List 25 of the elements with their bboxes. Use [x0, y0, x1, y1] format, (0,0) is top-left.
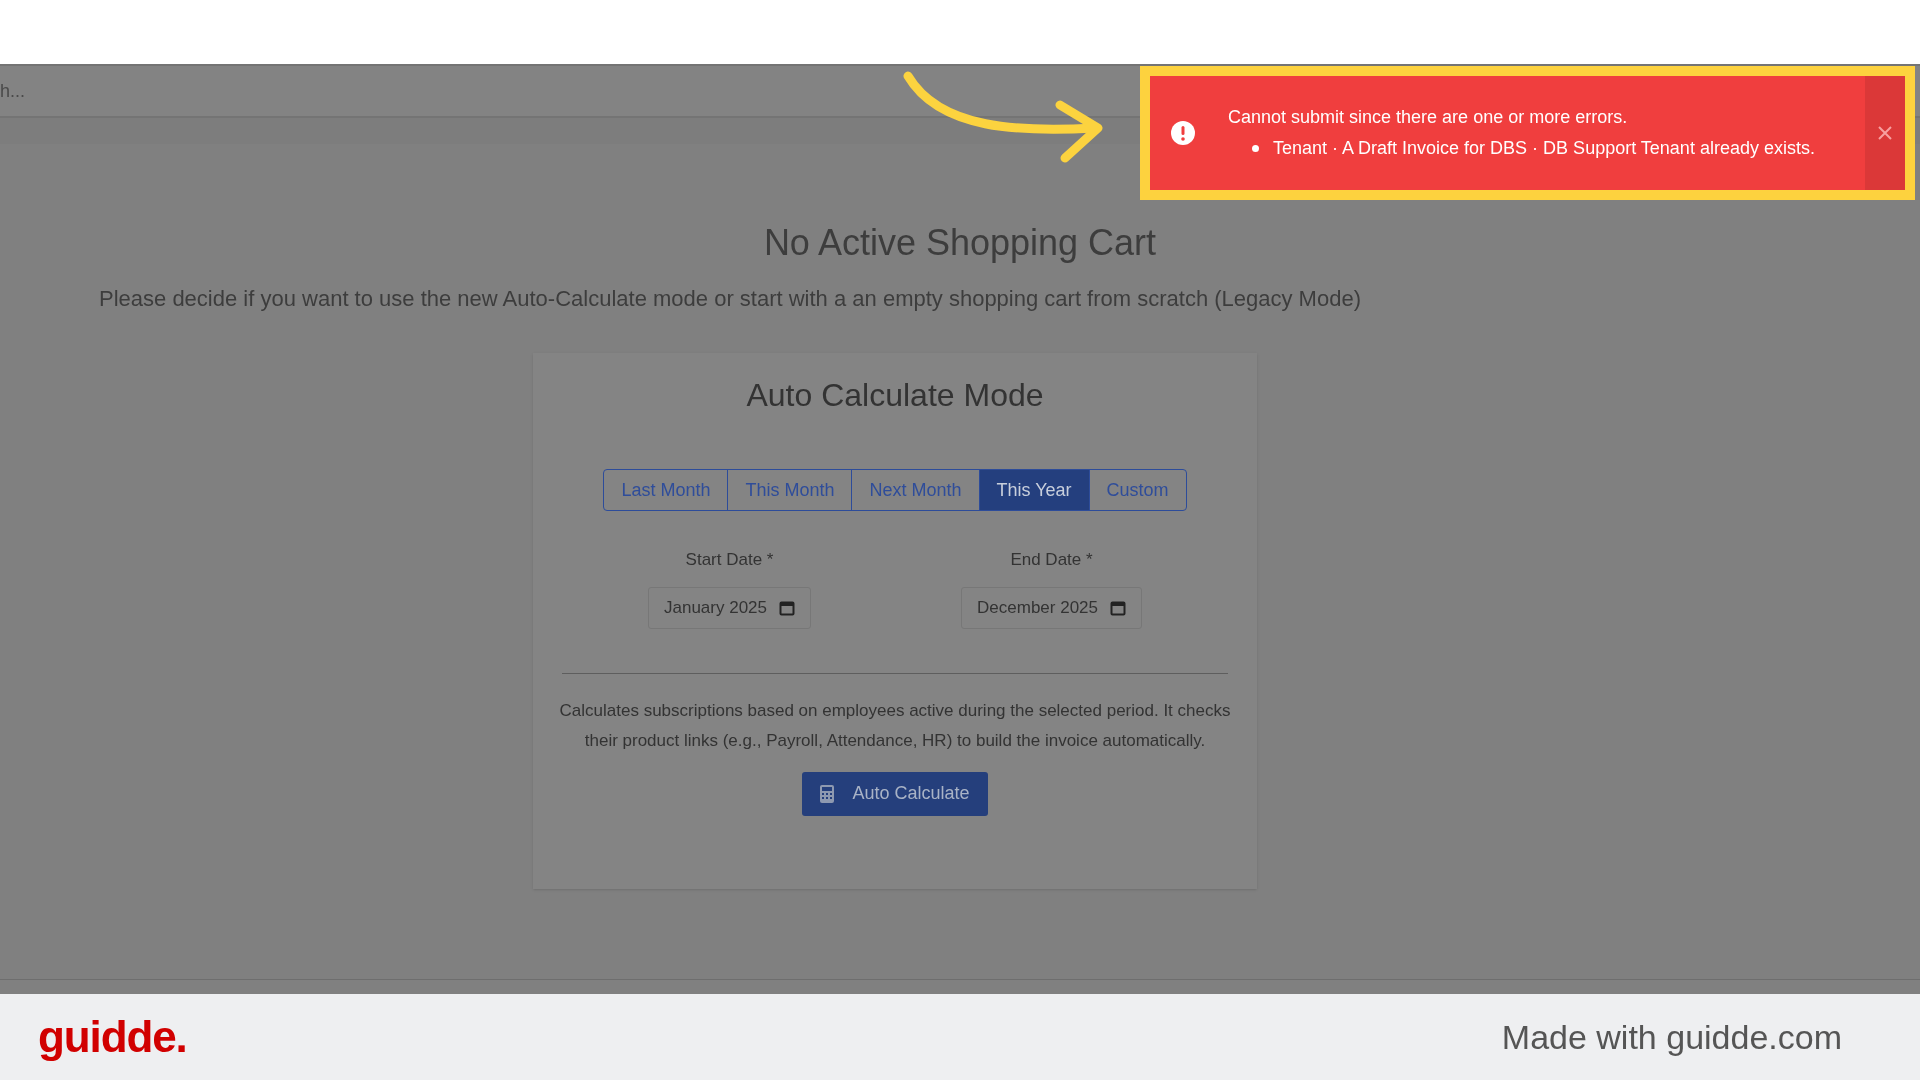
error-message: Tenant · A Draft Invoice for DBS · DB Support Tenant already exists. — [1273, 137, 1815, 160]
date-field[interactable]: January 2025 — [648, 586, 812, 629]
bullet-icon — [1252, 145, 1259, 152]
period-tab[interactable]: Last Month — [604, 470, 728, 510]
period-tab[interactable]: This Month — [727, 470, 852, 510]
period-tab[interactable]: Custom — [1088, 470, 1186, 510]
page-title: No Active Shopping Cart — [762, 221, 1158, 265]
calendar-icon[interactable] — [779, 599, 796, 616]
toast-title: Cannot submit since there are one or more errors. — [1228, 106, 1629, 129]
alert-icon — [1170, 120, 1196, 146]
search-field[interactable]: h... — [0, 77, 25, 105]
logo[interactable]: guidde. — [38, 1004, 187, 1070]
card-title: Auto Calculate Mode — [746, 376, 1044, 415]
description-text: Calculates subscriptions based on employees active during the selected period. It checks their product links (e.g., Payroll, Attendance, HR) to build the invoice automatically. — [558, 699, 1232, 752]
page-subtitle: Please decide if you want to use the new Auto-Calculate mode or start with a an empty shopping cart from scratch (Legacy Mode) — [99, 285, 1361, 313]
date-field[interactable]: December 2025 — [961, 586, 1142, 629]
credit-text[interactable]: Made with guidde.com — [1501, 1011, 1842, 1063]
close-icon — [1878, 126, 1892, 140]
calendar-icon[interactable] — [1110, 599, 1126, 616]
calculator-icon — [820, 784, 835, 803]
field-label: Start Date * — [685, 549, 774, 571]
period-tab[interactable]: Next Month — [851, 470, 979, 510]
auto-calculate-button[interactable]: Auto Calculate — [802, 771, 988, 816]
field-label: End Date * — [1010, 549, 1093, 571]
period-tab[interactable]: This Year — [978, 470, 1089, 510]
